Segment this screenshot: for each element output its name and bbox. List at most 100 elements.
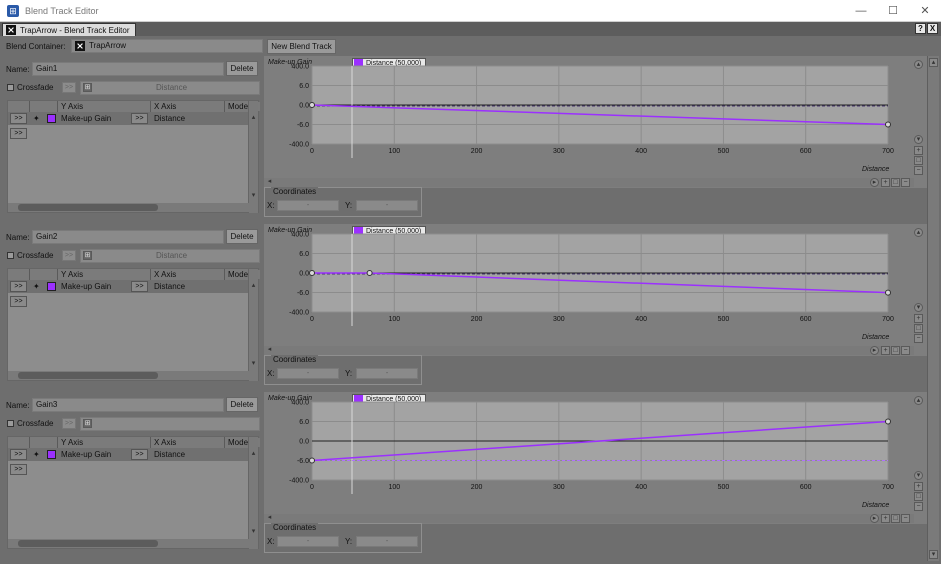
- x-axis-expand-button[interactable]: >>: [131, 113, 148, 124]
- crossfade-expand-button[interactable]: >>: [62, 418, 76, 429]
- scroll-right-icon[interactable]: ▸: [870, 514, 879, 523]
- column-header-y-axis[interactable]: Y Axis: [58, 269, 151, 280]
- pin-icon[interactable]: ✦: [33, 280, 40, 293]
- track-name-field[interactable]: Gain3: [32, 398, 224, 412]
- scroll-down-icon[interactable]: ▾: [929, 550, 938, 559]
- zoom-out-icon[interactable]: −: [901, 514, 910, 523]
- zoom-fit-icon[interactable]: □: [891, 178, 900, 187]
- y-coordinate-field[interactable]: -: [356, 368, 418, 379]
- pin-icon[interactable]: ✦: [33, 112, 40, 125]
- scroll-up-icon[interactable]: ▴: [929, 58, 938, 67]
- help-button[interactable]: ?: [915, 23, 926, 34]
- x-axis-expand-button[interactable]: >>: [131, 449, 148, 460]
- curve-chart[interactable]: 0 100 200 300 400 500 600 700 400.0 6.0 0.0 -6.0 -40…: [264, 56, 927, 188]
- pin-icon[interactable]: ✦: [33, 448, 40, 461]
- table-vertical-scrollbar[interactable]: ▴ ▾: [248, 437, 258, 549]
- y-coordinate-field[interactable]: -: [356, 200, 418, 211]
- track-name-field[interactable]: Gain1: [32, 62, 224, 76]
- zoom-out-icon[interactable]: −: [914, 502, 923, 511]
- zoom-in-icon[interactable]: +: [881, 178, 890, 187]
- scroll-up-icon[interactable]: ▴: [249, 282, 258, 291]
- new-blend-track-button[interactable]: New Blend Track: [267, 39, 336, 54]
- maximize-button[interactable]: ☐: [877, 0, 909, 22]
- scroll-up-icon[interactable]: ▴: [914, 60, 923, 69]
- blend-container-field[interactable]: ⨯ TrapArrow: [71, 39, 263, 53]
- scroll-down-icon[interactable]: ▾: [914, 135, 923, 144]
- zoom-out-icon[interactable]: −: [901, 178, 910, 187]
- table-row[interactable]: >> ✦ Make-up Gain >> Distance: [8, 280, 249, 293]
- scroll-right-icon[interactable]: ▸: [870, 178, 879, 187]
- scroll-up-icon[interactable]: ▴: [914, 228, 923, 237]
- crossfade-parameter-field[interactable]: ⊞ Distance: [80, 81, 260, 95]
- zoom-in-icon[interactable]: +: [881, 514, 890, 523]
- editor-vertical-scrollbar[interactable]: ▴ ▾: [927, 56, 939, 561]
- x-coordinate-field[interactable]: -: [277, 536, 339, 547]
- row-expand-button[interactable]: >>: [10, 449, 27, 460]
- scroll-right-icon[interactable]: ▸: [870, 346, 879, 355]
- column-header-x-axis[interactable]: X Axis: [151, 269, 225, 280]
- zoom-fit-icon[interactable]: □: [914, 324, 923, 333]
- delete-track-button[interactable]: Delete: [226, 397, 258, 412]
- table-horizontal-scrollbar[interactable]: [8, 203, 249, 212]
- scroll-left-icon[interactable]: ◂: [265, 346, 274, 355]
- scroll-thumb[interactable]: [18, 540, 158, 547]
- table-row[interactable]: >> ✦ Make-up Gain >> Distance: [8, 448, 249, 461]
- zoom-fit-icon[interactable]: □: [891, 514, 900, 523]
- table-horizontal-scrollbar[interactable]: [8, 371, 249, 380]
- zoom-fit-icon[interactable]: □: [914, 156, 923, 165]
- crossfade-parameter-field[interactable]: ⊞: [80, 417, 260, 431]
- zoom-out-icon[interactable]: −: [914, 166, 923, 175]
- close-tab-button[interactable]: X: [927, 23, 938, 34]
- scroll-down-icon[interactable]: ▾: [914, 303, 923, 312]
- add-row-button[interactable]: >>: [10, 464, 27, 475]
- zoom-fit-icon[interactable]: □: [914, 492, 923, 501]
- scroll-left-icon[interactable]: ◂: [265, 178, 274, 187]
- scroll-down-icon[interactable]: ▾: [249, 528, 258, 537]
- close-window-button[interactable]: ✕: [909, 0, 941, 22]
- zoom-out-icon[interactable]: −: [901, 346, 910, 355]
- column-header-y-axis[interactable]: Y Axis: [58, 101, 151, 112]
- scroll-down-icon[interactable]: ▾: [249, 360, 258, 369]
- add-row-button[interactable]: >>: [10, 296, 27, 307]
- crossfade-checkbox[interactable]: [7, 420, 14, 427]
- curve-color-swatch[interactable]: [47, 282, 56, 291]
- zoom-fit-icon[interactable]: □: [891, 346, 900, 355]
- table-row[interactable]: >> ✦ Make-up Gain >> Distance: [8, 112, 249, 125]
- zoom-in-icon[interactable]: +: [914, 314, 923, 323]
- graph-horizontal-scrollbar[interactable]: ◂ ▸ + □ −: [264, 514, 914, 523]
- column-header-x-axis[interactable]: X Axis: [151, 437, 225, 448]
- crossfade-checkbox[interactable]: [7, 84, 14, 91]
- scroll-up-icon[interactable]: ▴: [249, 450, 258, 459]
- scroll-up-icon[interactable]: ▴: [249, 114, 258, 123]
- graph-horizontal-scrollbar[interactable]: ◂ ▸ + □ −: [264, 178, 914, 187]
- table-horizontal-scrollbar[interactable]: [8, 539, 249, 548]
- curve-chart[interactable]: 0 100 200 300 400 500 600 700 400.0 6.0 0.0 -6.0 -40…: [264, 392, 927, 524]
- scroll-down-icon[interactable]: ▾: [249, 192, 258, 201]
- scroll-left-icon[interactable]: ◂: [265, 514, 274, 523]
- scroll-thumb[interactable]: [18, 204, 158, 211]
- graph-vertical-scrollbar[interactable]: ▴ ▾ + □ −: [914, 56, 924, 188]
- crossfade-checkbox[interactable]: [7, 252, 14, 259]
- track-name-field[interactable]: Gain2: [32, 230, 224, 244]
- column-header-y-axis[interactable]: Y Axis: [58, 437, 151, 448]
- crossfade-expand-button[interactable]: >>: [62, 82, 76, 93]
- add-row-button[interactable]: >>: [10, 128, 27, 139]
- row-expand-button[interactable]: >>: [10, 113, 27, 124]
- zoom-in-icon[interactable]: +: [914, 482, 923, 491]
- zoom-out-icon[interactable]: −: [914, 334, 923, 343]
- curve-color-swatch[interactable]: [47, 450, 56, 459]
- graph-vertical-scrollbar[interactable]: ▴ ▾ + □ −: [914, 392, 924, 524]
- crossfade-expand-button[interactable]: >>: [62, 250, 76, 261]
- scroll-up-icon[interactable]: ▴: [914, 396, 923, 405]
- table-vertical-scrollbar[interactable]: ▴ ▾: [248, 269, 258, 381]
- delete-track-button[interactable]: Delete: [226, 229, 258, 244]
- curve-color-swatch[interactable]: [47, 114, 56, 123]
- x-coordinate-field[interactable]: -: [277, 200, 339, 211]
- x-axis-expand-button[interactable]: >>: [131, 281, 148, 292]
- zoom-in-icon[interactable]: +: [914, 146, 923, 155]
- scroll-thumb[interactable]: [18, 372, 158, 379]
- zoom-in-icon[interactable]: +: [881, 346, 890, 355]
- column-header-x-axis[interactable]: X Axis: [151, 101, 225, 112]
- table-vertical-scrollbar[interactable]: ▴ ▾: [248, 101, 258, 213]
- curve-chart[interactable]: 0 100 200 300 400 500 600 700 400.0 6.0 0.0 -6.0 -40…: [264, 224, 927, 356]
